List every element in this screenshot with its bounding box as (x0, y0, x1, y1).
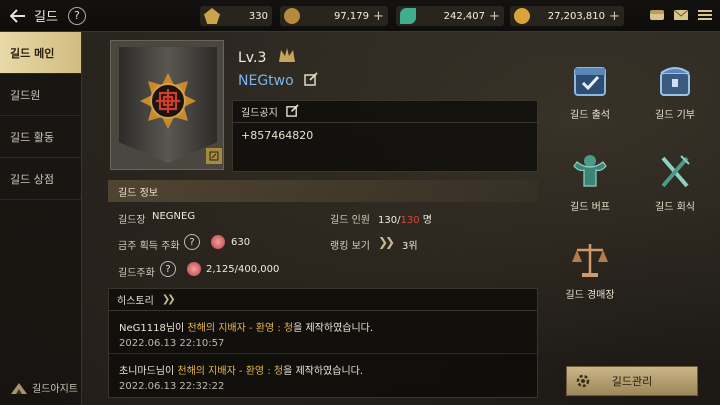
guild-donation-button[interactable]: 길드 기부 (640, 58, 710, 121)
gem-value: 330 (248, 10, 268, 22)
currency-crystal: 242,407 + (396, 6, 504, 26)
members-unit: 명 (422, 215, 432, 226)
guild-hideout-label: 길드아지트 (32, 384, 78, 395)
guild-auction-button[interactable]: 길드 경매장 (555, 238, 625, 301)
leader-label: 길드장 (118, 215, 146, 226)
history-time: 2022.06.13 22:10:57 (119, 338, 225, 349)
fork-knife-icon (650, 150, 700, 194)
members-max: 130 (400, 215, 420, 226)
notice-edit-icon[interactable] (286, 103, 299, 120)
gem-icon (204, 8, 220, 24)
history-chevron-icon[interactable]: ❯❯ (162, 294, 176, 305)
guild-hideout-button[interactable]: 길드아지트 (10, 380, 78, 395)
currency-gem: 330 (200, 6, 272, 26)
guild-coin-help-icon[interactable]: ? (160, 261, 176, 277)
currency-coin: 97,179 + (280, 6, 388, 26)
back-arrow-icon[interactable] (6, 4, 30, 28)
ranking-value: 3위 (402, 241, 418, 252)
guild-donation-label: 길드 기부 (655, 110, 695, 121)
coin-add-button[interactable]: + (373, 9, 385, 24)
top-icons (648, 6, 714, 24)
history-entry: 초니마드님이 천해의 지배자 - 환영 : 청을 제작하였습니다. 2022.0… (109, 354, 537, 396)
guild-info-header: 길드 정보 (108, 180, 538, 202)
history-message: NeG1118님이 천해의 지배자 - 환영 : 청을 제작하였습니다. (119, 319, 527, 334)
menu-icon[interactable] (696, 6, 714, 24)
notice-text: +857464820 (241, 129, 314, 142)
members-value: 130/130 명 (378, 211, 432, 226)
gear-icon (575, 373, 591, 393)
members-current: 130 (378, 215, 398, 226)
guild-notice: 길드공지 +857464820 (232, 100, 538, 172)
members-label: 길드 인원 (330, 215, 370, 226)
guild-level: Lv.3 (238, 50, 267, 66)
guild-manage-button[interactable]: 길드관리 (566, 366, 698, 396)
guild-coin-label: 길드주화 (118, 268, 155, 279)
chest-icon[interactable] (648, 6, 666, 24)
page-title: 길드 (34, 10, 58, 25)
calendar-check-icon (565, 58, 615, 102)
weekly-help-icon[interactable]: ? (184, 234, 200, 250)
guild-name: NEGtwo (238, 73, 294, 89)
emblem-edit-button[interactable] (206, 148, 222, 164)
leader-value: NEGNEG (152, 211, 196, 222)
weekly-coin-label: 금주 획득 주화 (118, 241, 180, 252)
guild-dinner-button[interactable]: 길드 회식 (640, 150, 710, 213)
currency-gold: 27,203,810 + (510, 6, 624, 26)
notice-header: 길드공지 (233, 101, 537, 123)
ranking-chevron-icon[interactable]: ❯❯ (378, 235, 395, 249)
crystal-icon (400, 8, 416, 24)
history-entry: NeG1118님이 천해의 지배자 - 환영 : 청을 제작하였습니다. 202… (109, 311, 537, 354)
name-edit-icon[interactable] (304, 72, 318, 90)
guild-coin-icon (211, 235, 225, 249)
history-user: NeG1118님이 (119, 323, 188, 334)
guild-auction-label: 길드 경매장 (565, 290, 615, 301)
guild-buff-button[interactable]: 길드 버프 (555, 150, 625, 213)
scales-icon (565, 238, 615, 282)
history-title: 히스토리 (117, 296, 154, 307)
history-item: 천해의 지배자 - 환영 : 청 (177, 366, 284, 377)
guild-manage-label: 길드관리 (611, 375, 653, 388)
hideout-icon (11, 382, 27, 394)
guild-coin-value: 2,125/400,000 (206, 264, 280, 275)
gold-icon (514, 8, 530, 24)
guild-buff-label: 길드 버프 (570, 202, 610, 213)
sidebar: 길드 메인 길드원 길드 활동 길드 상점 길드아지트 (0, 32, 82, 405)
crystal-value: 242,407 (443, 10, 485, 22)
donation-chest-icon (650, 58, 700, 102)
help-button[interactable]: ? (67, 6, 86, 25)
weekly-coin-value: 630 (231, 237, 251, 248)
gold-add-button[interactable]: + (609, 9, 621, 24)
guild-coin-icon-2 (187, 262, 201, 276)
guild-dinner-label: 길드 회식 (655, 202, 695, 213)
coin-value: 97,179 (334, 10, 369, 22)
guild-attendance-label: 길드 출석 (570, 110, 610, 121)
history-time: 2022.06.13 22:32:22 (119, 381, 225, 392)
history-item: 천해의 지배자 - 환영 : 청 (187, 323, 294, 334)
history-message: 초니마드님이 천해의 지배자 - 환영 : 청을 제작하였습니다. (119, 362, 527, 377)
level-crest-icon (277, 46, 297, 68)
coin-icon (284, 8, 300, 24)
history-panel: 히스토리 ❯❯ NeG1118님이 천해의 지배자 - 환영 : 청을 제작하였… (108, 288, 538, 398)
ranking-label[interactable]: 랭킹 보기 (330, 237, 370, 252)
guild-emblem-icon (140, 73, 196, 129)
history-suffix: 을 제작하였습니다. (293, 323, 374, 334)
sidebar-item-guild-main[interactable]: 길드 메인 (0, 32, 81, 74)
history-user: 초니마드님이 (119, 366, 178, 377)
mail-icon[interactable] (672, 6, 690, 24)
sidebar-item-guild-activity[interactable]: 길드 활동 (0, 116, 81, 158)
guild-attendance-button[interactable]: 길드 출석 (555, 58, 625, 121)
sidebar-item-guild-shop[interactable]: 길드 상점 (0, 158, 81, 200)
muscle-buff-icon (565, 150, 615, 194)
sidebar-item-guild-members[interactable]: 길드원 (0, 74, 81, 116)
history-suffix: 을 제작하였습니다. (283, 366, 364, 377)
crystal-add-button[interactable]: + (489, 9, 501, 24)
history-header[interactable]: 히스토리 ❯❯ (109, 289, 537, 311)
notice-title: 길드공지 (241, 108, 278, 119)
gold-value: 27,203,810 (547, 10, 605, 22)
